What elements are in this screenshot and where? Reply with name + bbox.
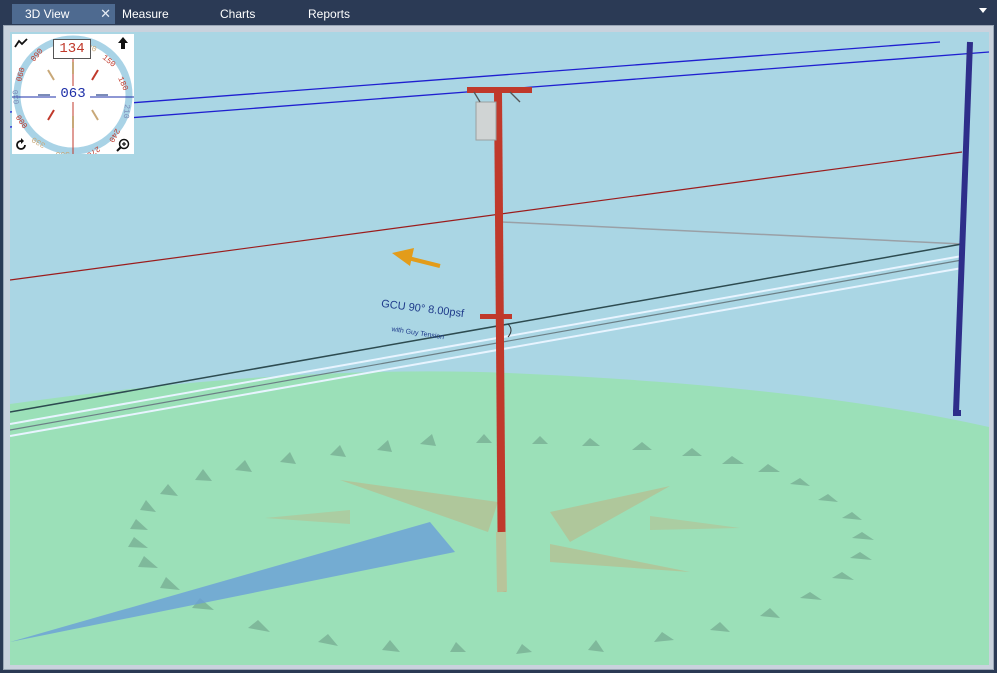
close-icon[interactable]: ✕ — [100, 4, 111, 24]
ring-label: 060 — [15, 66, 27, 82]
heading-readout-top: 134 — [53, 39, 91, 59]
comm-bracket[interactable] — [480, 314, 512, 319]
3d-scene[interactable] — [10, 32, 989, 665]
pole-embedment — [496, 531, 507, 593]
terrain-icon[interactable] — [14, 36, 28, 50]
rotate-icon[interactable] — [14, 138, 28, 152]
tab-bar: 3D View ✕ Measure Charts Reports — [0, 0, 997, 25]
distant-pole-base — [953, 410, 961, 416]
viewport-frame: GCU 90° 8.00psf with Guy Tension 090 060… — [3, 25, 994, 670]
ring-label: 210 — [121, 104, 131, 119]
3d-viewport[interactable]: GCU 90° 8.00psf with Guy Tension 090 060… — [10, 32, 989, 665]
zoom-icon[interactable] — [116, 138, 130, 152]
heading-readout-center: 063 — [56, 86, 90, 102]
transformer[interactable] — [475, 101, 497, 141]
compass-widget[interactable]: 090 060 030 000 330 300 270 240 210 180 … — [12, 34, 134, 154]
tab-charts[interactable]: Charts — [220, 4, 255, 24]
tab-measure[interactable]: Measure — [122, 4, 169, 24]
tab-reports[interactable]: Reports — [308, 4, 350, 24]
chevron-down-icon[interactable] — [979, 8, 987, 13]
tab-label: 3D View — [25, 7, 70, 21]
ring-label: 300 — [55, 149, 70, 154]
crossarm[interactable] — [467, 87, 532, 93]
tab-3d-view[interactable]: 3D View ✕ — [12, 4, 115, 24]
utility-pole[interactable] — [494, 91, 506, 593]
north-arrow-icon[interactable] — [116, 36, 130, 50]
ring-label: 030 — [12, 89, 22, 104]
